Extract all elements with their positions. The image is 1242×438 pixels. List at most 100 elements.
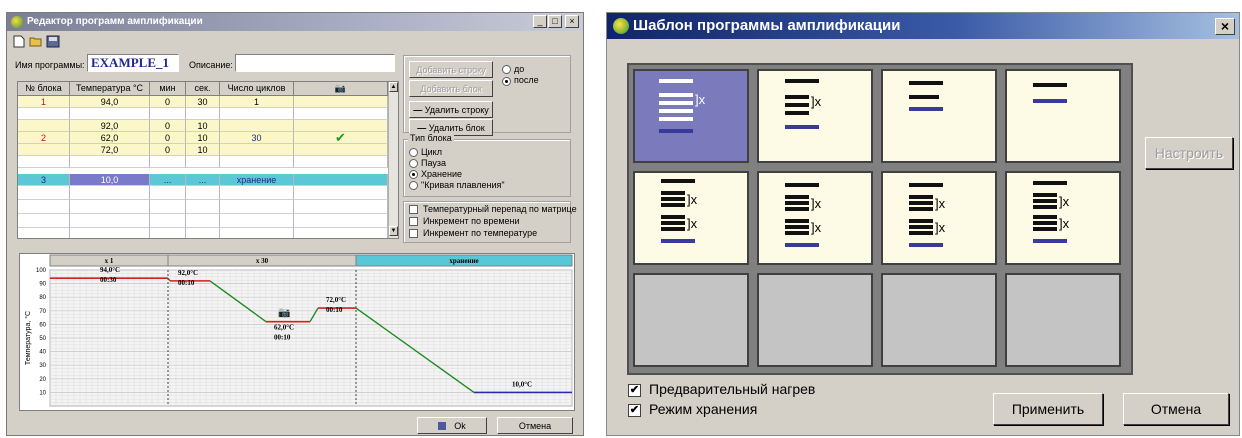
table-cell-empty[interactable] <box>294 200 388 214</box>
tile-empty-4[interactable] <box>1005 273 1121 367</box>
table-cell-empty[interactable] <box>294 214 388 228</box>
table-header[interactable]: сек. <box>186 82 220 96</box>
table-cell[interactable]: 2 <box>18 132 70 144</box>
table-cell-empty[interactable] <box>220 186 294 200</box>
table-cell[interactable]: 1 <box>18 96 70 108</box>
block-type-radio[interactable] <box>409 159 418 168</box>
table-cell[interactable]: 10,0 <box>70 174 150 186</box>
add-row-button[interactable]: Добавить строку <box>409 61 493 78</box>
table-cell[interactable]: 10 <box>186 132 220 144</box>
table-cell[interactable]: 94,0 <box>70 96 150 108</box>
table-cell-empty[interactable] <box>150 200 186 214</box>
table-cell-empty[interactable] <box>150 228 186 238</box>
close-icon[interactable]: × <box>565 15 579 28</box>
table-cell-mark[interactable] <box>294 108 388 120</box>
table-cell-empty[interactable] <box>18 200 70 214</box>
table-cell-mark[interactable]: ✔ <box>294 131 388 144</box>
tile-5[interactable]: ]x]x <box>633 171 749 265</box>
table-cell[interactable]: ... <box>186 174 220 186</box>
table-cell-empty[interactable] <box>186 228 220 238</box>
table-cell[interactable] <box>186 156 220 168</box>
table-cell[interactable] <box>18 144 70 156</box>
table-cell[interactable]: 0 <box>150 96 186 108</box>
maximize-icon[interactable]: □ <box>548 15 562 28</box>
table-cell[interactable]: 30 <box>220 132 294 144</box>
table-cell[interactable] <box>70 156 150 168</box>
table-cell[interactable]: 92,0 <box>70 120 150 132</box>
table-scrollbar[interactable]: ▲ ▼ <box>388 82 398 238</box>
table-cell-empty[interactable] <box>220 200 294 214</box>
table-cell[interactable] <box>150 156 186 168</box>
table-cell-empty[interactable] <box>186 200 220 214</box>
table-cell[interactable] <box>18 156 70 168</box>
delete-row-button[interactable]: — Удалить строку <box>409 101 493 118</box>
table-cell-mark[interactable] <box>294 144 388 156</box>
table-cell-empty[interactable] <box>186 214 220 228</box>
table-cell[interactable]: ... <box>150 174 186 186</box>
table-cell-empty[interactable] <box>150 214 186 228</box>
table-cell-empty[interactable] <box>18 186 70 200</box>
table-cell[interactable]: 0 <box>150 144 186 156</box>
tile-6[interactable]: ]x]x <box>757 171 873 265</box>
ok-button[interactable]: Ok <box>417 417 487 434</box>
close-button[interactable]: × <box>1215 18 1235 35</box>
table-cell[interactable] <box>186 108 220 120</box>
table-cell[interactable]: 72,0 <box>70 144 150 156</box>
table-cell[interactable]: 10 <box>186 120 220 132</box>
block-type-radio[interactable] <box>409 170 418 179</box>
table-cell-mark[interactable] <box>294 174 388 186</box>
table-header[interactable]: мин <box>150 82 186 96</box>
table-cell[interactable]: 0 <box>150 132 186 144</box>
camera-icon[interactable]: 📷 <box>294 82 388 96</box>
table-cell[interactable]: 3 <box>18 174 70 186</box>
table-cell-empty[interactable] <box>70 228 150 238</box>
table-cell[interactable] <box>220 120 294 132</box>
cancel-button[interactable]: Отмена <box>497 417 573 434</box>
storage-checkbox[interactable]: ✔ <box>628 404 641 417</box>
block-type-radio[interactable] <box>409 148 418 157</box>
tile-8[interactable]: ]x]x <box>1005 171 1121 265</box>
table-cell[interactable] <box>70 108 150 120</box>
table-cell-empty[interactable] <box>294 186 388 200</box>
table-cell[interactable]: 0 <box>150 120 186 132</box>
open-folder-icon[interactable] <box>29 35 43 48</box>
table-cell-empty[interactable] <box>186 186 220 200</box>
table-cell-empty[interactable] <box>220 228 294 238</box>
configure-button[interactable]: Настроить <box>1145 137 1233 169</box>
table-cell[interactable] <box>220 156 294 168</box>
table-cell-empty[interactable] <box>70 186 150 200</box>
template-titlebar[interactable]: Шаблон программы амплификации × <box>607 13 1239 39</box>
minimize-icon[interactable]: _ <box>533 15 547 28</box>
block-type-radio[interactable] <box>409 181 418 190</box>
table-cell[interactable] <box>150 108 186 120</box>
position-after-radio[interactable] <box>502 77 511 86</box>
table-cell-empty[interactable] <box>18 228 70 238</box>
tile-empty-1[interactable] <box>633 273 749 367</box>
editor-titlebar[interactable]: Редактор программ амплификации _ □ × <box>7 13 583 31</box>
program-name-input[interactable]: EXAMPLE_1 <box>87 54 179 72</box>
table-cell-empty[interactable] <box>70 214 150 228</box>
tile-4[interactable] <box>1005 69 1121 163</box>
table-cell[interactable]: 10 <box>186 144 220 156</box>
table-header[interactable]: Температура °C <box>70 82 150 96</box>
table-cell[interactable] <box>18 120 70 132</box>
table-cell[interactable] <box>220 108 294 120</box>
table-cell-empty[interactable] <box>220 214 294 228</box>
position-before-radio[interactable] <box>502 65 511 74</box>
table-cell[interactable]: 1 <box>220 96 294 108</box>
table-cell-empty[interactable] <box>18 214 70 228</box>
tile-7[interactable]: ]x]x <box>881 171 997 265</box>
table-cell[interactable] <box>18 108 70 120</box>
option-checkbox[interactable] <box>409 229 418 238</box>
table-cell-mark[interactable] <box>294 96 388 108</box>
description-input[interactable] <box>235 54 395 72</box>
table-cell[interactable]: хранение <box>220 174 294 186</box>
tile-1-cycle[interactable]: ]x <box>633 69 749 163</box>
save-icon[interactable] <box>46 35 60 48</box>
tile-empty-2[interactable] <box>757 273 873 367</box>
table-cell-empty[interactable] <box>294 228 388 238</box>
table-cell[interactable]: 30 <box>186 96 220 108</box>
apply-button[interactable]: Применить <box>993 393 1103 425</box>
table-header[interactable]: Число циклов <box>220 82 294 96</box>
table-cell-empty[interactable] <box>70 200 150 214</box>
